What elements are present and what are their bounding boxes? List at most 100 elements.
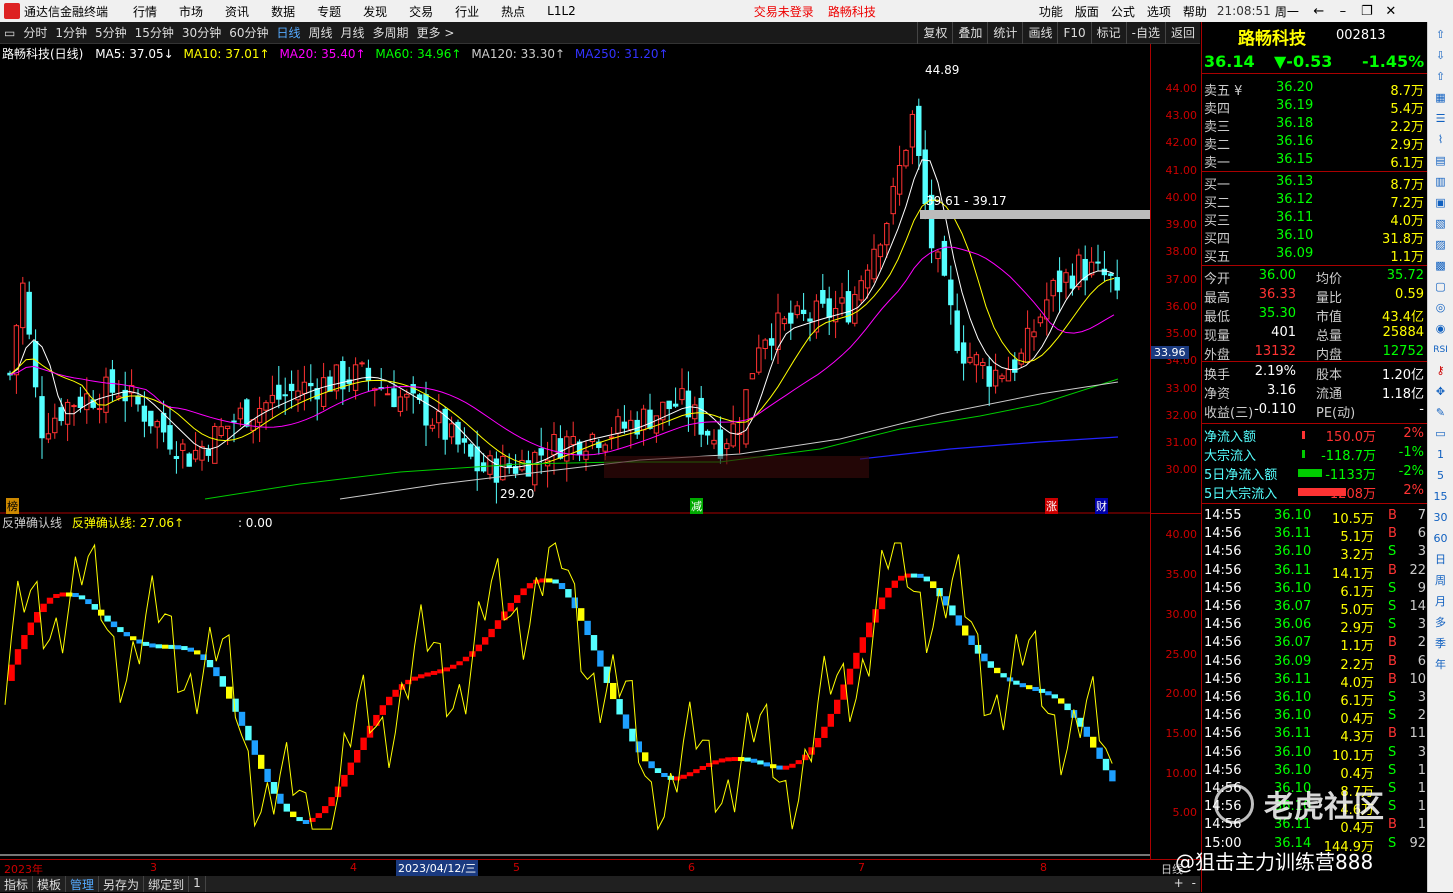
- menu-xuanxiang[interactable]: 选项: [1141, 3, 1177, 20]
- tab-bangdingdao[interactable]: 绑定到: [144, 876, 190, 892]
- ask-level-label: 卖三: [1204, 120, 1231, 135]
- zoom-out-icon[interactable]: -: [1188, 876, 1200, 892]
- menu-jiaoyi[interactable]: 交易: [398, 3, 444, 20]
- btn-diejia[interactable]: 叠加: [952, 21, 987, 44]
- tab-moban[interactable]: 模板: [33, 876, 67, 892]
- tick-volume: 6.1万: [1340, 584, 1374, 600]
- indicator-name[interactable]: 反弹确认线: [2, 516, 62, 530]
- menu-banmian[interactable]: 版面: [1069, 3, 1105, 20]
- arrow-down-icon[interactable]: ⇩: [1433, 48, 1449, 64]
- flow-label: 5日大宗流入: [1204, 487, 1278, 502]
- marker-jian[interactable]: 减: [690, 498, 703, 514]
- indicator-bar: [661, 773, 668, 778]
- pen-icon[interactable]: ✎: [1433, 405, 1449, 421]
- sidebar-year[interactable]: 年: [1433, 657, 1449, 673]
- close-icon[interactable]: ✕: [1379, 4, 1403, 19]
- period-weekly[interactable]: 周线: [305, 24, 337, 41]
- list-icon[interactable]: ☰: [1433, 111, 1449, 127]
- kline-chart[interactable]: 路畅科技(日线) MA5: 37.05↓ MA10: 37.01↑ MA20: …: [0, 44, 1150, 514]
- ring-icon[interactable]: ◉: [1433, 321, 1449, 337]
- menu-zixun[interactable]: 资讯: [214, 3, 260, 20]
- photo-icon[interactable]: ▩: [1433, 258, 1449, 274]
- minimize-icon[interactable]: –: [1331, 4, 1355, 19]
- btn-huaxian[interactable]: 画线: [1022, 21, 1057, 44]
- trade-status-link[interactable]: 交易未登录: [747, 3, 821, 20]
- flow-label: 净流入额: [1204, 430, 1257, 445]
- tab-lingcunwei[interactable]: 另存为: [99, 876, 145, 892]
- stock-name-link[interactable]: 路畅科技: [821, 3, 883, 20]
- sidebar-60[interactable]: 60: [1433, 531, 1449, 547]
- bars-icon[interactable]: ▥: [1433, 174, 1449, 190]
- sidebar-quarter[interactable]: 季: [1433, 636, 1449, 652]
- menu-redian[interactable]: 热点: [490, 3, 536, 20]
- period-fenshi[interactable]: 分时: [19, 24, 51, 41]
- btn-fanhui[interactable]: 返回: [1164, 21, 1200, 44]
- menu-faxian[interactable]: 发现: [352, 3, 398, 20]
- sidebar-day[interactable]: 日: [1433, 552, 1449, 568]
- calc-icon[interactable]: ▧: [1433, 216, 1449, 232]
- period-daily[interactable]: 日线: [272, 24, 304, 41]
- btn-f10[interactable]: F10: [1057, 21, 1090, 44]
- f10-icon[interactable]: ▣: [1433, 195, 1449, 211]
- marker-cai[interactable]: 财: [1095, 498, 1108, 514]
- layout-icon[interactable]: ▭: [0, 26, 19, 40]
- maximize-icon[interactable]: ❐: [1355, 4, 1379, 19]
- menu-bangzhu[interactable]: 帮助: [1177, 3, 1213, 20]
- sidebar-multi[interactable]: 多: [1433, 615, 1449, 631]
- sidebar-month[interactable]: 月: [1433, 594, 1449, 610]
- menu-gongshi[interactable]: 公式: [1105, 3, 1141, 20]
- sidebar-5[interactable]: 5: [1433, 468, 1449, 484]
- tab-num[interactable]: 1: [189, 876, 206, 892]
- menu-shichang[interactable]: 市场: [168, 3, 214, 20]
- period-5min[interactable]: 5分钟: [91, 24, 131, 41]
- marker-zhang[interactable]: 涨: [1045, 498, 1058, 514]
- move-icon[interactable]: ✥: [1433, 384, 1449, 400]
- sidebar-week[interactable]: 周: [1433, 573, 1449, 589]
- indicator-bar: [930, 581, 937, 589]
- candle-body: [557, 438, 564, 459]
- menu-zhuanti[interactable]: 专题: [306, 3, 352, 20]
- doc-icon[interactable]: ▨: [1433, 237, 1449, 253]
- sidebar-rsi[interactable]: RSI: [1433, 342, 1449, 358]
- sidebar-30[interactable]: 30: [1433, 510, 1449, 526]
- indicator-chart[interactable]: 反弹确认线 反弹确认线: 27.06↑ : 0.00: [0, 514, 1150, 858]
- key-icon[interactable]: ⚷: [1433, 363, 1449, 379]
- circle-icon[interactable]: ◎: [1433, 300, 1449, 316]
- btn-zixuan[interactable]: -自选: [1125, 21, 1165, 44]
- btn-tongji[interactable]: 统计: [987, 21, 1022, 44]
- period-more[interactable]: 更多 >: [413, 24, 459, 41]
- tab-zhibiao[interactable]: 指标: [0, 876, 34, 892]
- table-icon[interactable]: ▦: [1433, 90, 1449, 106]
- btn-biaoji[interactable]: 标记: [1090, 21, 1126, 44]
- menu-shuju[interactable]: 数据: [260, 3, 306, 20]
- grid-icon[interactable]: ▤: [1433, 153, 1449, 169]
- arrow-up2-icon[interactable]: ⇧: [1433, 69, 1449, 85]
- period-multi[interactable]: 多周期: [369, 24, 413, 41]
- tick-list[interactable]: 14:55 36.10 10.5万 B 7 14:56 36.11 5.1万 B 6 14:56 36…: [1202, 506, 1428, 886]
- marker-bang[interactable]: 榜: [6, 498, 19, 514]
- tick-count: 3: [1417, 617, 1426, 633]
- sidebar-1[interactable]: 1: [1433, 447, 1449, 463]
- period-30min[interactable]: 30分钟: [178, 24, 225, 41]
- stat-label: 收益(三): [1204, 406, 1254, 421]
- menu-hangye[interactable]: 行业: [444, 3, 490, 20]
- btn-fuquan[interactable]: 复权: [917, 21, 952, 44]
- period-15min[interactable]: 15分钟: [131, 24, 178, 41]
- chart-icon[interactable]: ⌇: [1433, 132, 1449, 148]
- indicator-svg[interactable]: [0, 514, 1150, 858]
- menu-gongneng[interactable]: 功能: [1033, 3, 1069, 20]
- back-icon[interactable]: ←: [1307, 4, 1331, 19]
- f5-icon[interactable]: ▭: [1433, 426, 1449, 442]
- kline-svg[interactable]: [0, 44, 1150, 514]
- menu-l1l2[interactable]: L1L2: [536, 4, 587, 18]
- period-60min[interactable]: 60分钟: [225, 24, 272, 41]
- tab-guanli[interactable]: 管理: [66, 876, 100, 892]
- indicator-bar: [853, 652, 860, 669]
- box-icon[interactable]: ▢: [1433, 279, 1449, 295]
- period-1min[interactable]: 1分钟: [51, 24, 91, 41]
- zoom-in-icon[interactable]: +: [1170, 876, 1188, 892]
- period-monthly[interactable]: 月线: [337, 24, 369, 41]
- arrow-up-icon[interactable]: ⇧: [1433, 27, 1449, 43]
- sidebar-15[interactable]: 15: [1433, 489, 1449, 505]
- menu-hangqing[interactable]: 行情: [122, 3, 168, 20]
